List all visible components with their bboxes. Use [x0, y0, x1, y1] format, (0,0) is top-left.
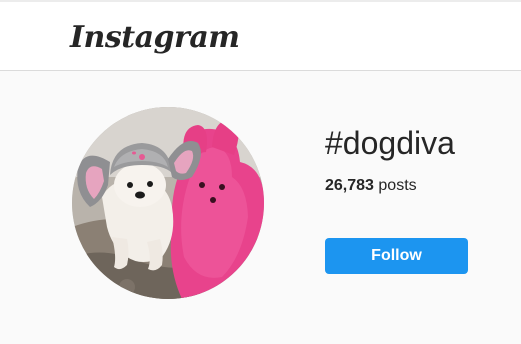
- hashtag-title: #dogdiva: [325, 125, 455, 161]
- post-count-number: 26,783: [325, 177, 374, 194]
- follow-button[interactable]: Follow: [325, 238, 468, 274]
- post-count-label: posts: [378, 177, 417, 194]
- dog-photo: [72, 107, 264, 299]
- hashtag-page-header: #dogdiva 26,783 posts Follow: [0, 71, 521, 344]
- hashtag-avatar-image: [72, 107, 264, 299]
- post-count: 26,783 posts: [325, 175, 417, 197]
- top-navigation-bar: Instagram: [0, 2, 521, 71]
- instagram-logo[interactable]: Instagram: [70, 20, 240, 56]
